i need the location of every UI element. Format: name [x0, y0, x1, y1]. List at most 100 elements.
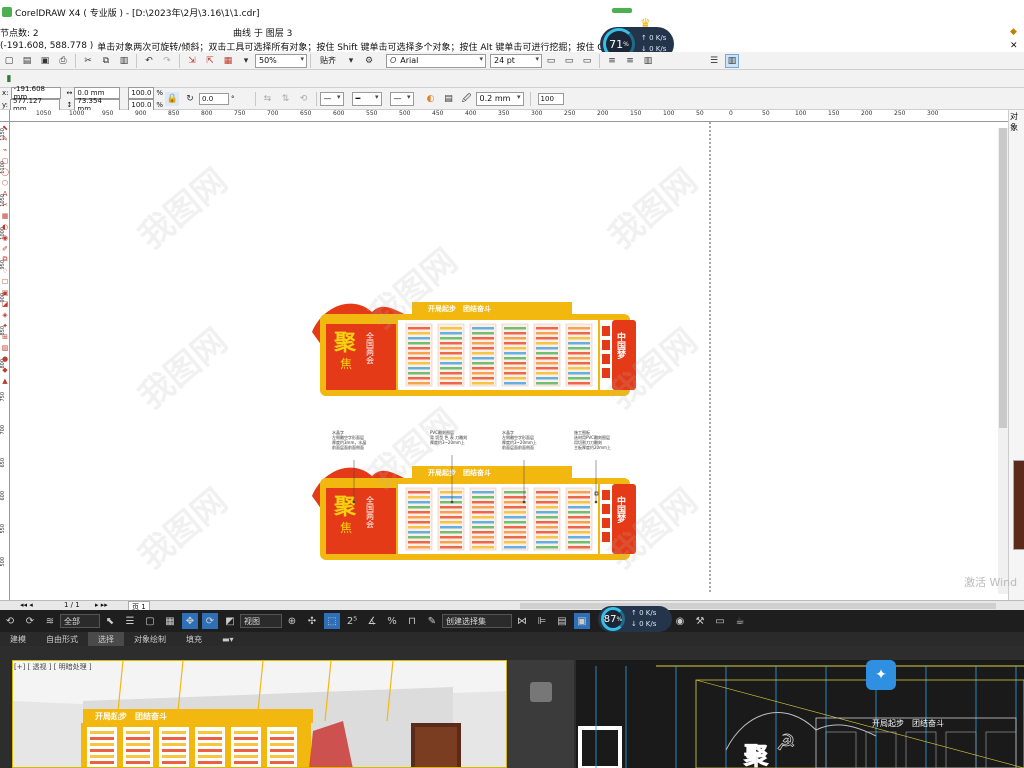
horizontal-ruler[interactable]: 1050 1000 950 900 850 800 750 700 650 600 550 500 45…	[10, 110, 1024, 122]
select-by-name-icon[interactable]: ☰	[122, 613, 138, 629]
mirror-vertical-icon[interactable]: ⇅	[279, 92, 293, 106]
align-left-icon[interactable]: ≡	[605, 54, 619, 68]
toolbox-tool-icon[interactable]: ▦	[0, 210, 10, 221]
tab-modeling[interactable]: 建模	[0, 632, 36, 646]
ruler-origin[interactable]	[0, 110, 10, 122]
toolbox-tool-icon[interactable]: ✂	[0, 199, 10, 210]
rendered-frame-icon[interactable]: ▭	[712, 613, 728, 629]
select-rotate-icon[interactable]: ⟳	[202, 613, 218, 629]
reference-coord-dropdown[interactable]: 视图	[240, 614, 282, 628]
toolbox-tool-icon[interactable]: ⊞	[0, 331, 10, 342]
spinner-snap-icon[interactable]: ⊓	[404, 613, 420, 629]
toolbox-tool-icon[interactable]: ⌁	[0, 144, 10, 155]
scale-y-field[interactable]: 100.0	[128, 98, 155, 111]
to-curve-icon[interactable]: ⟲	[297, 92, 311, 106]
unlink-icon[interactable]: ⟳	[22, 613, 38, 629]
wrap-text-icon[interactable]: ▤	[442, 92, 456, 106]
keyboard-shortcut-toggle-icon[interactable]: ⬚	[324, 613, 340, 629]
bold-icon[interactable]: ▭	[544, 54, 558, 68]
height-field[interactable]: 73.354 mm	[74, 97, 121, 113]
drawing-canvas[interactable]: ☭聚焦全国两会开局起步 团结奋斗中国梦☭聚焦全国两会开局起步 团结奋斗中国梦水晶…	[22, 122, 1006, 594]
underline-icon[interactable]: ▭	[580, 54, 594, 68]
ribbon-options-icon[interactable]: ▬▾	[212, 632, 244, 646]
toolbox-tool-icon[interactable]: ✎	[0, 133, 10, 144]
line-style-dropdown[interactable]: ━	[351, 91, 382, 106]
toolbox-tool-icon[interactable]: ✦	[0, 320, 10, 331]
column-icon[interactable]: ▥	[725, 53, 739, 68]
snap-to-menu[interactable]: 贴齐	[320, 55, 336, 66]
viewport-label[interactable]: [+] [ 透视 ] [ 明暗处理 ]	[14, 662, 92, 672]
material-editor-icon[interactable]: ◉	[672, 613, 688, 629]
select-object-icon[interactable]: ⬉	[102, 613, 118, 629]
render-production-icon[interactable]: ☕	[732, 613, 748, 629]
document-tab-icon[interactable]: ▮	[2, 72, 16, 86]
text-vertical-icon[interactable]: ▥	[641, 54, 655, 68]
toolbox-tool-icon[interactable]: ◯	[0, 166, 10, 177]
toolbox-tool-icon[interactable]: ◈	[0, 309, 10, 320]
toolbox-tool-icon[interactable]: A	[0, 188, 10, 199]
toolbox-tool-icon[interactable]: ▲	[0, 375, 10, 386]
tab-populate[interactable]: 填充	[176, 632, 212, 646]
y-position-field[interactable]: 577.127 mm	[10, 97, 60, 113]
page-next-arrows[interactable]: ▸ ▸▸	[95, 601, 108, 609]
angle-snap-icon[interactable]: ∡	[364, 613, 380, 629]
perspective-viewport[interactable]: 开局起步 团结奋斗	[12, 660, 507, 768]
cut-icon[interactable]: ✂	[81, 54, 95, 68]
docker-thumbnail[interactable]	[1013, 460, 1024, 550]
start-arrow-dropdown[interactable]: —	[319, 91, 344, 106]
toolbox-tool-icon[interactable]: ◉	[0, 232, 10, 243]
front-viewport[interactable]: ☭ 开局起步 团结奋斗聚	[576, 660, 1024, 768]
toolbox-tool-icon[interactable]: ●	[0, 353, 10, 364]
window-crossing-icon[interactable]: ▦	[162, 613, 178, 629]
tab-freeform[interactable]: 自由形式	[36, 632, 88, 646]
toolbox-tool-icon[interactable]: ▨	[0, 342, 10, 353]
copy-icon[interactable]: ⧉	[99, 54, 113, 68]
pivot-center-icon[interactable]: ⊕	[284, 613, 300, 629]
named-selection-set-dropdown[interactable]: 创建选择集	[442, 614, 512, 628]
vertical-scrollbar[interactable]	[998, 128, 1008, 594]
redo-icon[interactable]: ↷	[160, 54, 174, 68]
outline-width-dropdown[interactable]: 0.2 mm	[475, 91, 524, 106]
percent-snap-icon[interactable]: %	[384, 613, 400, 629]
save-icon[interactable]: ▣	[38, 54, 52, 68]
toolbox-tool-icon[interactable]: ♢	[0, 265, 10, 276]
select-scale-icon[interactable]: ◩	[222, 613, 238, 629]
new-document-icon[interactable]: ▢	[2, 54, 16, 68]
align-icon[interactable]: ⊫	[534, 613, 550, 629]
toolbox-tool-icon[interactable]: ⧉	[0, 254, 10, 265]
scene-explorer-icon[interactable]: ▣	[574, 613, 590, 629]
close-curve-icon[interactable]: ◐	[424, 92, 438, 106]
layer-explorer-icon[interactable]: ▤	[554, 613, 570, 629]
network-monitor-widget-2[interactable]: 87% ↑ 0 K/s ↓ 0 K/s	[598, 606, 672, 632]
toolbox-tool-icon[interactable]: ◐	[0, 221, 10, 232]
view-cube-icon[interactable]	[530, 682, 552, 702]
select-move-icon[interactable]: ✥	[182, 613, 198, 629]
font-size-dropdown[interactable]: 24 pt	[490, 53, 542, 68]
import-icon[interactable]: ⇲	[185, 54, 199, 68]
tab-selection[interactable]: 选择	[88, 632, 124, 646]
snap-dropdown-icon[interactable]: ▾	[344, 54, 358, 68]
toolbox-tool-icon[interactable]: ☐	[0, 276, 10, 287]
options-icon[interactable]: ⚙	[362, 54, 376, 68]
edit-named-selection-icon[interactable]: ✎	[424, 613, 440, 629]
tab-object-paint[interactable]: 对象绘制	[124, 632, 176, 646]
lock-ratio-icon[interactable]: 🔒	[165, 91, 180, 106]
page-nav-arrows[interactable]: ◂◂ ◂	[20, 601, 33, 609]
scale-x-field[interactable]: 100.0	[128, 86, 155, 99]
render-setup-icon[interactable]: ⚒	[692, 613, 708, 629]
bind-spacewarp-icon[interactable]: ≋	[42, 613, 58, 629]
export-icon[interactable]: ⇱	[203, 54, 217, 68]
toolbox-tool-icon[interactable]: ✐	[0, 243, 10, 254]
smoothing-field[interactable]: 100	[537, 92, 564, 105]
print-icon[interactable]: ⎙	[56, 54, 70, 68]
open-folder-icon[interactable]: ▤	[20, 54, 34, 68]
application-launcher-icon[interactable]: ▾	[239, 54, 253, 68]
end-arrow-dropdown[interactable]: —	[389, 91, 414, 106]
font-list-dropdown[interactable]: O Arial	[386, 53, 486, 68]
mirror-horizontal-icon[interactable]: ⇆	[261, 92, 275, 106]
toolbox-tool-icon[interactable]: ▣	[0, 287, 10, 298]
align-center-icon[interactable]: ≡	[623, 54, 637, 68]
publish-pdf-icon[interactable]: ▦	[221, 54, 235, 68]
italic-icon[interactable]: ▭	[562, 54, 576, 68]
bird-app-icon[interactable]: ✦	[866, 660, 896, 690]
